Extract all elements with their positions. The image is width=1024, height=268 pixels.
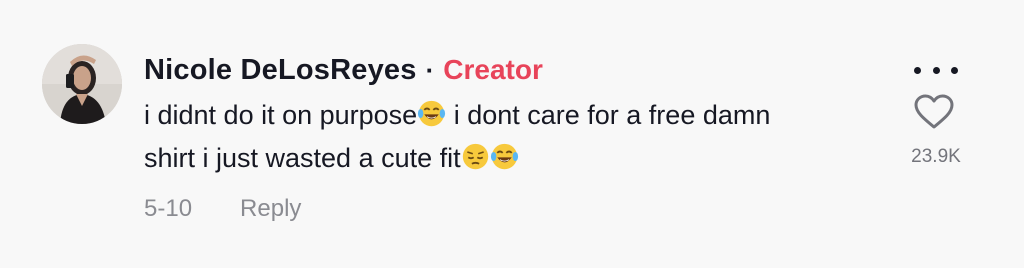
comment-item: Nicole DeLosReyes · Creator i didnt do i… bbox=[0, 0, 1024, 268]
heart-icon[interactable] bbox=[914, 94, 954, 130]
reply-button[interactable]: Reply bbox=[240, 195, 301, 223]
author-name[interactable]: Nicole DeLosReyes bbox=[144, 54, 417, 87]
more-dot bbox=[951, 66, 958, 74]
comment-date: 5-10 bbox=[144, 195, 193, 222]
comment-text-segment: i dont care for a free damn bbox=[446, 100, 771, 130]
more-options-icon[interactable] bbox=[914, 62, 958, 78]
comment-text-segment: shirt i just wasted a cute fit bbox=[144, 143, 461, 173]
creator-badge: Creator bbox=[443, 54, 543, 85]
comment-line-2: shirt i just wasted a cute fit bbox=[144, 137, 884, 180]
comment-line-1: i didnt do it on purpose i dont care for… bbox=[144, 94, 884, 137]
like-count: 23.9K bbox=[911, 146, 961, 167]
tears-of-joy-emoji-icon bbox=[490, 143, 518, 170]
comment-text: i didnt do it on purpose i dont care for… bbox=[144, 94, 884, 180]
comment-meta: 5-10 Reply bbox=[144, 195, 301, 223]
comment-text-segment: i didnt do it on purpose bbox=[144, 100, 418, 130]
more-dot bbox=[914, 66, 921, 74]
pensive-face-emoji-icon bbox=[462, 143, 488, 170]
more-dot bbox=[932, 66, 940, 74]
comment-header: Nicole DeLosReyes · Creator bbox=[144, 50, 543, 90]
tears-of-joy-emoji-icon bbox=[418, 100, 446, 127]
separator-dot: · bbox=[425, 54, 435, 85]
avatar[interactable] bbox=[42, 44, 122, 124]
avatar-image bbox=[42, 44, 122, 124]
